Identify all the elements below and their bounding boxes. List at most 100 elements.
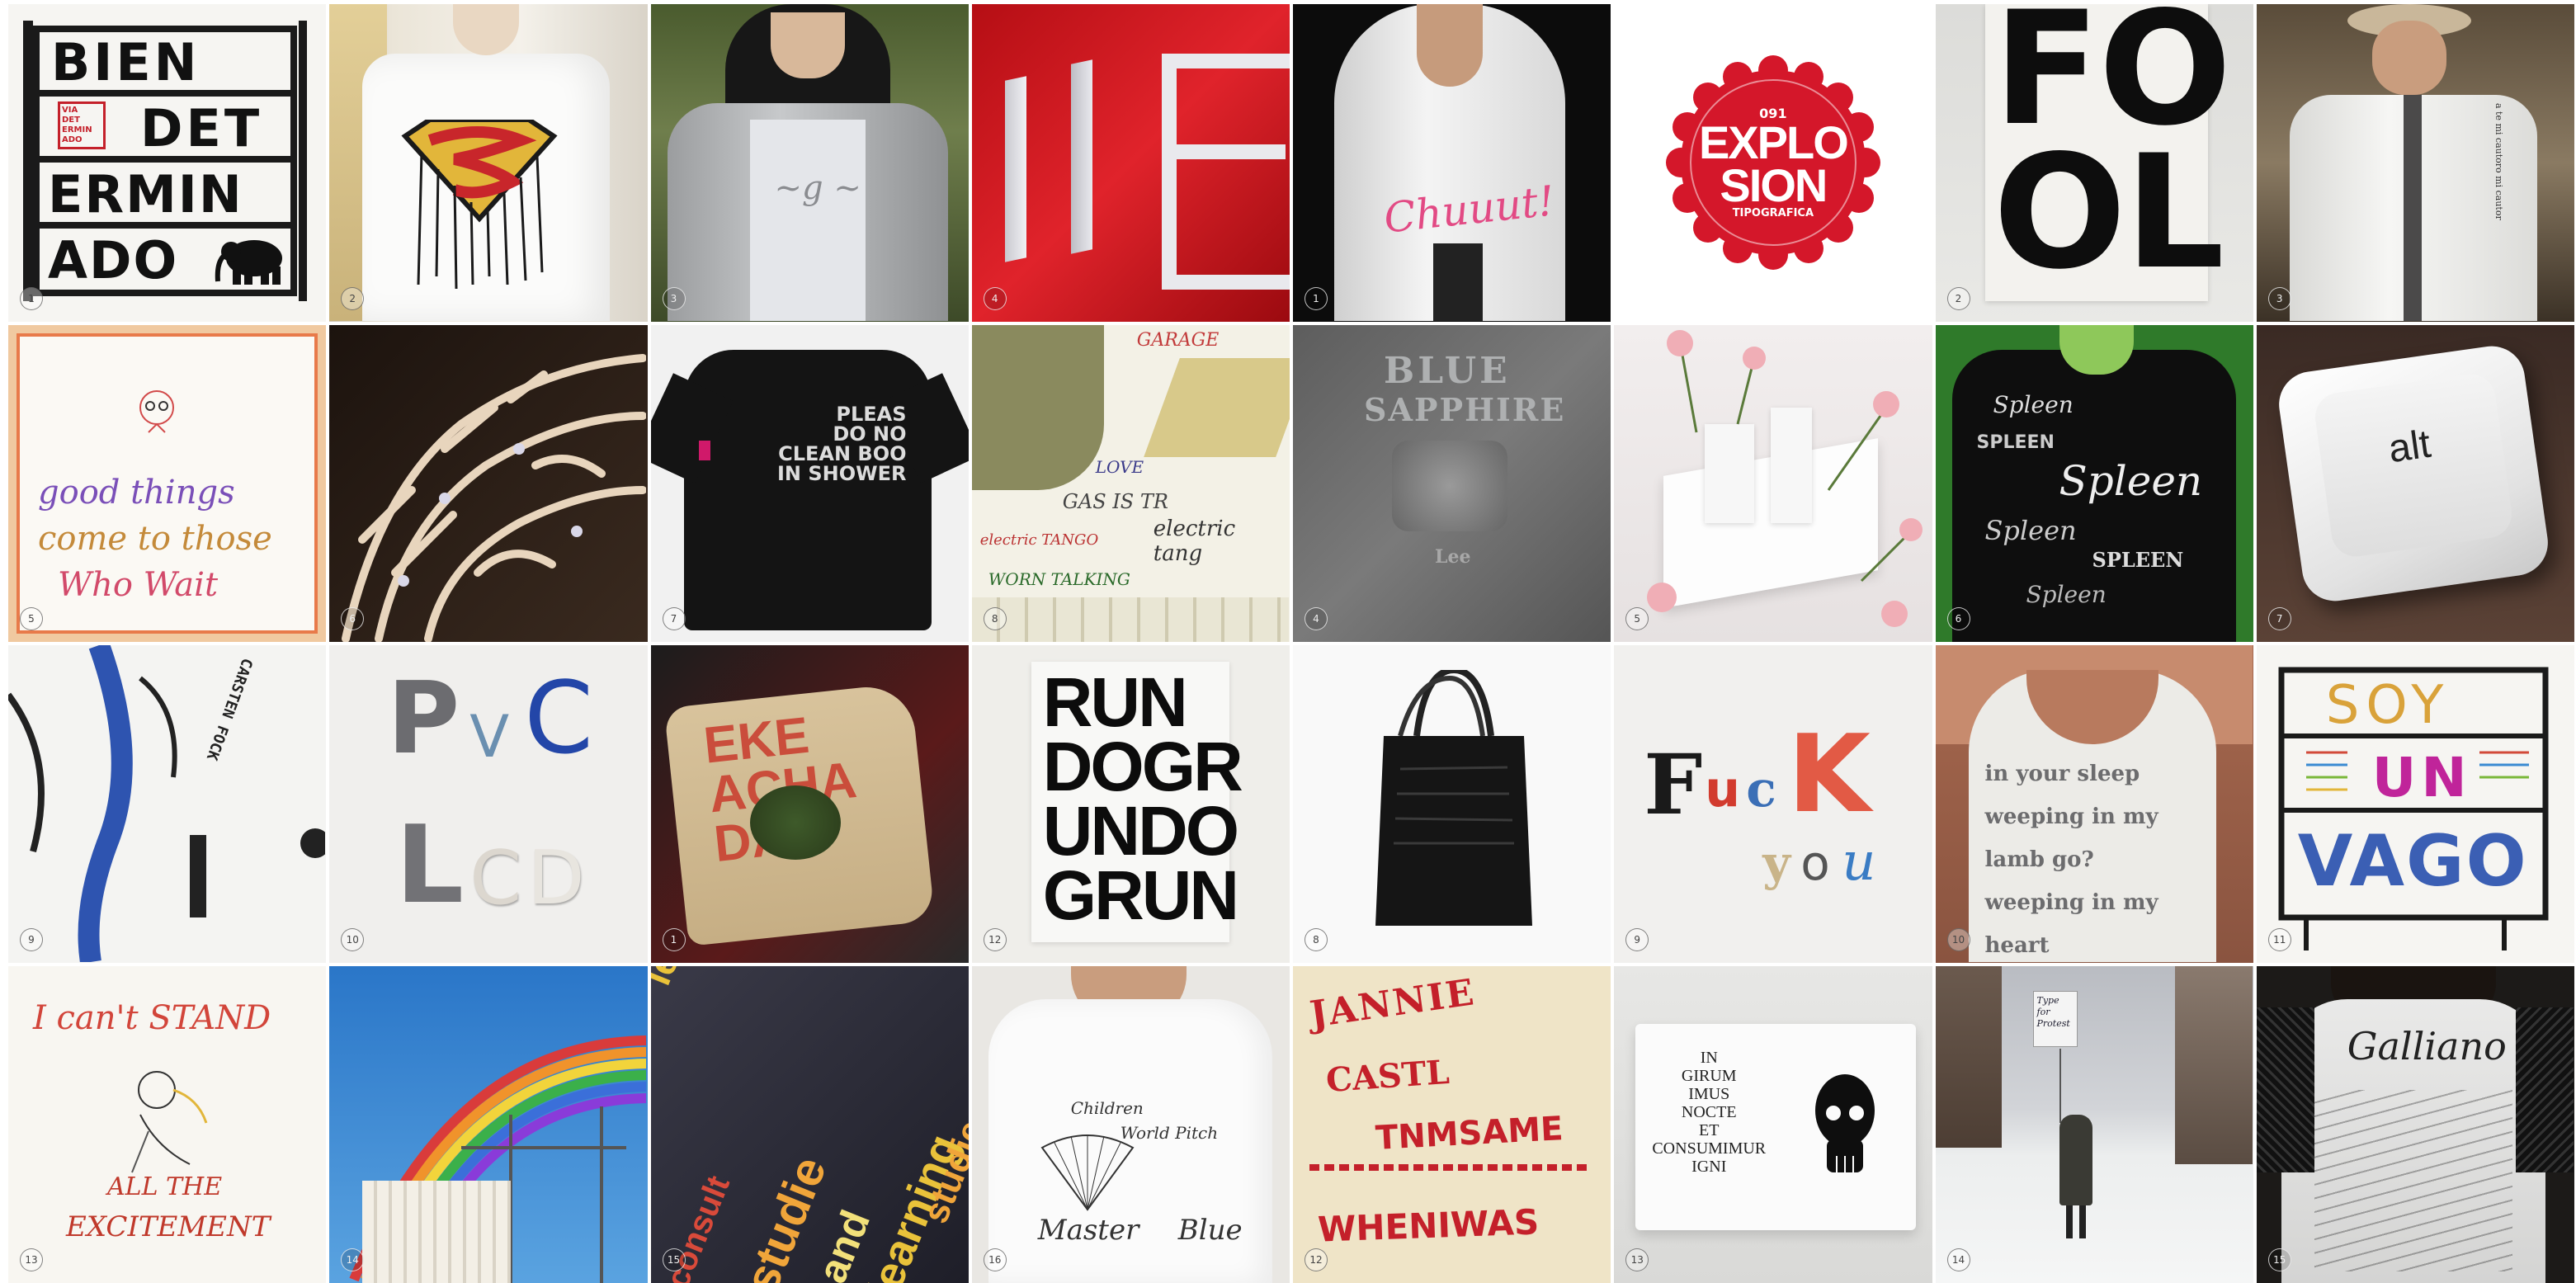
face-sketch-icon	[139, 389, 174, 433]
tile-number: 10	[341, 927, 365, 951]
pink-flowers	[1647, 329, 1923, 627]
scribble: LOVE	[1095, 456, 1144, 477]
tile-rainbow-sign: 14	[329, 965, 648, 1283]
explosion-text: 091 EXPLO SION TIPOGRAFICA	[1614, 4, 1932, 322]
print-line: DO NO	[833, 422, 907, 446]
pink-label	[698, 440, 710, 460]
tile-number: 4	[983, 286, 1007, 310]
please-print: PLEAS DO NO CLEAN BOO IN SHOWER	[775, 404, 907, 483]
neck	[453, 4, 520, 55]
red-word: TNMSAME	[1374, 1109, 1564, 1158]
poster-line: DOGR	[1042, 728, 1243, 805]
spleen-word: Spleen	[1984, 514, 2077, 546]
tile-letter-vase: 5	[1614, 324, 1932, 642]
face	[2371, 21, 2446, 95]
tile-pvc-lcd: P V C L C D 10	[329, 645, 648, 963]
tile-tie-model: a te mi cautoro mi cautor 3	[2256, 4, 2574, 322]
tile-number: 16	[983, 1248, 1007, 1271]
ado-line: ADO	[48, 230, 179, 290]
tile-fuck-you: F u c K y o u 9	[1614, 645, 1932, 963]
filigree-letters	[342, 353, 647, 642]
letter-c-white: C	[469, 835, 522, 922]
newsprint-texture	[2314, 1089, 2512, 1271]
building-right	[2174, 965, 2253, 1164]
tile-soy-un-vago: SOY UN VAGO 11	[2256, 645, 2574, 963]
tile-number: 6	[1946, 607, 1970, 630]
letter-c: c	[1746, 761, 1776, 818]
tile-explosion-badge: 091 EXPLO SION TIPOGRAFICA	[1614, 4, 1932, 322]
spleen-word: Spleen	[2059, 456, 2203, 505]
building-facade	[362, 1180, 512, 1283]
tile-number: 13	[20, 1248, 43, 1271]
sapphire-line: SAPPHIRE	[1364, 390, 1566, 428]
sneaker-tongue	[971, 324, 1104, 490]
tie	[2403, 95, 2422, 321]
ol-line: OL	[1993, 121, 2225, 304]
alt-label: alt	[2385, 422, 2433, 471]
tile-number: 9	[20, 927, 43, 951]
tee-word: Children	[1070, 1097, 1144, 1118]
tile-cant-stand: I can't STAND ALL THE EXCITEMENT 13	[8, 965, 327, 1283]
tile-number: 15	[662, 1248, 686, 1271]
red-word: JANNIE	[1307, 970, 1479, 1036]
red-word: WHENIWAS	[1317, 1200, 1540, 1250]
all-the-line: ALL THE	[107, 1172, 223, 1201]
fan-icon	[1040, 1134, 1135, 1211]
run-poster-text: RUN DOGR UNDO GRUN	[1042, 663, 1243, 934]
badge-line1: EXPLO	[1698, 116, 1849, 169]
acrylic-panel	[1070, 59, 1092, 254]
tile-black-tote: 8	[1293, 645, 1611, 963]
tile-number: 11	[2267, 927, 2291, 951]
protester	[2059, 1114, 2092, 1205]
tile-in-girum: IN GIRUM IMUS NOCTE ET CONSUMIMUR IGNI 1…	[1614, 965, 1932, 1283]
tee-word: Master	[1037, 1213, 1139, 1247]
flower-bouquet	[749, 785, 841, 860]
acrylic-bar	[1169, 144, 1286, 159]
tile-number: 7	[2267, 607, 2291, 630]
tile-number: 7	[662, 607, 686, 630]
scribble: electric tang	[1153, 516, 1236, 566]
sign-line: Protest	[2036, 1017, 2070, 1029]
scribble: WORN TALKING	[988, 568, 1130, 589]
sign-word: learning	[651, 966, 731, 991]
spleen-word: Spleen	[1993, 390, 2074, 418]
poster-line: UNDO	[1042, 792, 1239, 870]
letter-o: o	[1800, 835, 1830, 891]
spleen-word: SPLEEN	[2092, 547, 2184, 572]
det-line: DET	[140, 98, 263, 158]
who-wait-line: Who Wait	[58, 565, 219, 604]
face	[770, 12, 845, 78]
in-girum-palindrome: IN GIRUM IMUS NOCTE ET CONSUMIMUR IGNI	[1647, 1049, 1771, 1176]
tile-snow-protest: Type for Protest 14	[1935, 965, 2253, 1283]
sign-pole	[2059, 1048, 2061, 1123]
tile-fan-tee: Children World Pitch Master Blue 16	[971, 965, 1290, 1283]
tile-number: 3	[662, 286, 686, 310]
palindrome-line: IMUS	[1688, 1084, 1730, 1103]
tile-carsten-fock: CARSTEN FOCK 9	[8, 645, 327, 963]
scribble: GARAGE	[1136, 329, 1220, 351]
letter-p: P	[387, 662, 460, 776]
sole	[971, 597, 1289, 642]
lace-sleeve	[2256, 1007, 2314, 1172]
light-tee	[749, 120, 866, 321]
palindrome-line: CONSUMIMUR	[1652, 1139, 1767, 1158]
fabric-print	[8, 645, 325, 962]
superman-shield-icon	[401, 120, 558, 290]
print-line: weeping in my heart	[1984, 890, 2158, 958]
poster-line: RUN	[1042, 663, 1188, 741]
palindrome-line: IGNI	[1691, 1157, 1727, 1176]
print-line: IN SHOWER	[777, 461, 907, 485]
tile-number: 12	[1305, 1248, 1328, 1271]
tile-red-drawings: JANNIE CASTL TNMSAME WHENIWAS 12	[1293, 965, 1611, 1283]
lace-sleeve	[2515, 1007, 2574, 1172]
letter-u: u	[1705, 761, 1740, 818]
stamp-line: ADO	[62, 135, 83, 144]
poster-line: GRUN	[1042, 856, 1239, 934]
print-line: weeping in my	[1984, 804, 2158, 829]
badge-sub: TIPOGRAFICA	[1732, 207, 1814, 220]
acrylic-panel	[1004, 76, 1026, 262]
skull-icon	[1815, 1073, 1875, 1172]
print-line: lamb go?	[1984, 847, 2094, 872]
building-left	[1935, 965, 2002, 1148]
bien-line: BIEN	[51, 32, 201, 92]
